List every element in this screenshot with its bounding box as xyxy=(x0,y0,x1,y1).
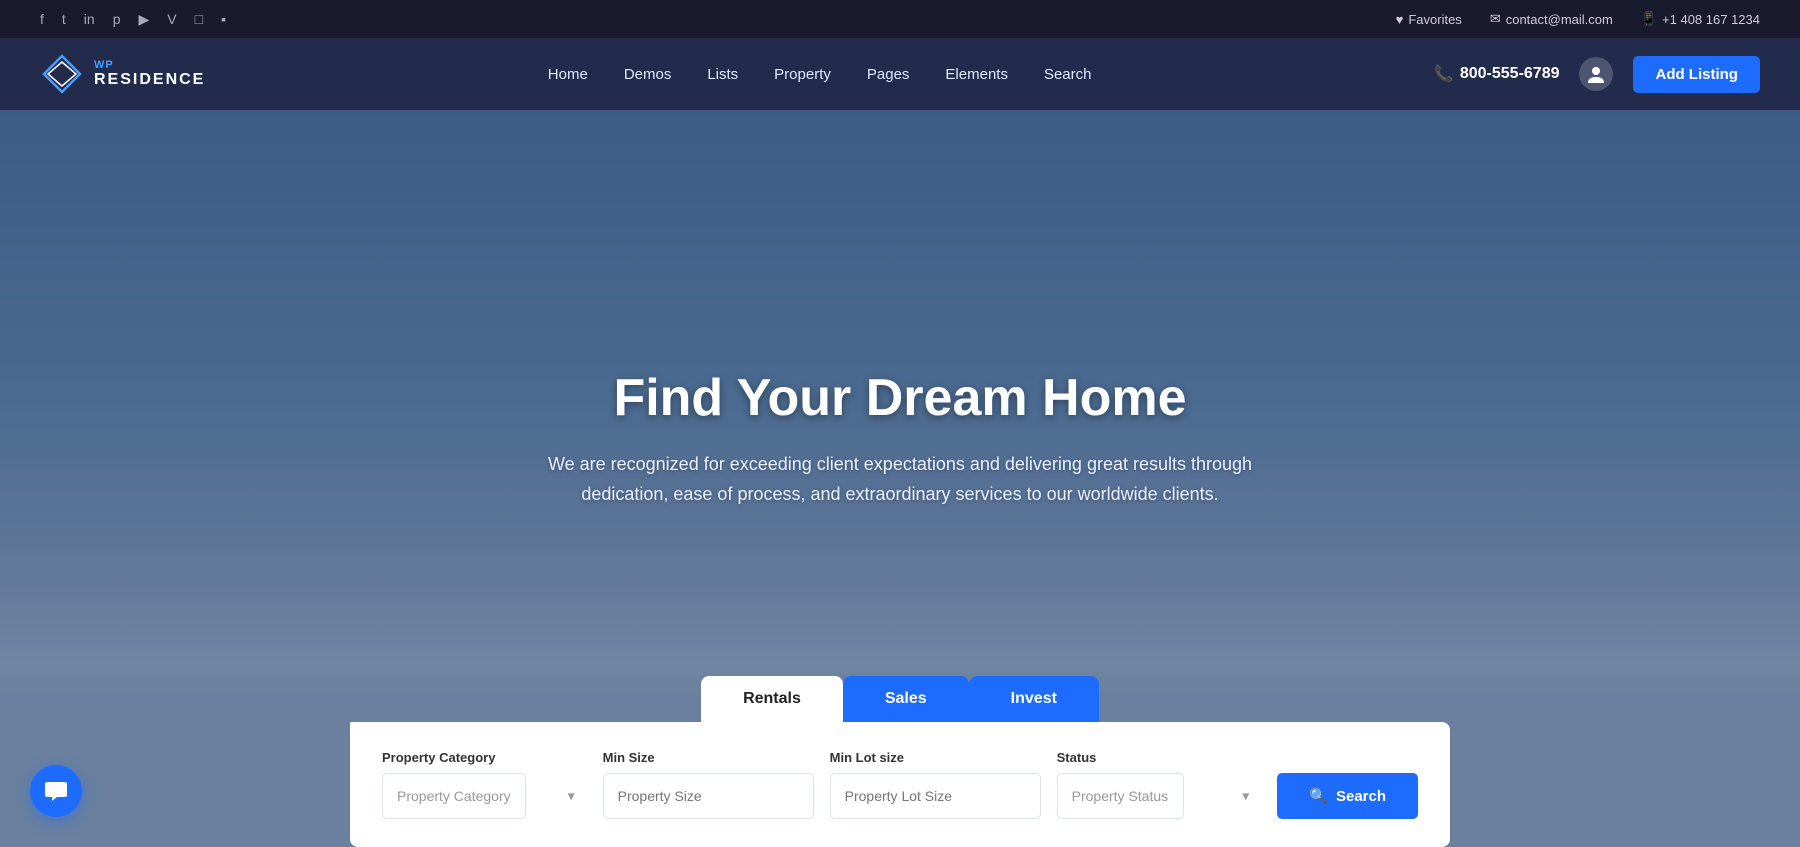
property-category-select[interactable]: Property Category Apartment House Villa … xyxy=(382,773,526,819)
nav-right: 📞 800-555-6789 Add Listing xyxy=(1434,56,1760,93)
twitter-icon[interactable]: t xyxy=(62,11,66,27)
lot-size-label: Min Lot size xyxy=(830,750,1041,765)
logo-diamond-icon xyxy=(40,52,84,96)
size-field-group: Min Size xyxy=(603,750,814,819)
hero-content: Find Your Dream Home We are recognized f… xyxy=(540,368,1260,509)
linkedin-icon[interactable]: in xyxy=(84,11,95,27)
youtube-icon[interactable]: ▶ xyxy=(138,11,149,28)
nav-property[interactable]: Property xyxy=(774,66,831,83)
search-button[interactable]: 🔍 Search xyxy=(1277,773,1418,819)
chat-icon xyxy=(43,778,69,804)
facebook-icon[interactable]: f xyxy=(40,11,44,27)
hero-section: Find Your Dream Home We are recognized f… xyxy=(0,110,1800,847)
nav-demos[interactable]: Demos xyxy=(624,66,672,83)
status-label: Status xyxy=(1057,750,1262,765)
property-status-select[interactable]: Property Status Available Sold Pending xyxy=(1057,773,1184,819)
heart-icon: ♥ xyxy=(1396,12,1404,27)
email-icon: ✉ xyxy=(1490,11,1501,27)
favorites-link[interactable]: ♥ Favorites xyxy=(1396,12,1462,27)
user-account-button[interactable] xyxy=(1579,57,1613,91)
search-icon: 🔍 xyxy=(1309,787,1328,805)
nav-links: Home Demos Lists Property Pages Elements… xyxy=(548,66,1092,83)
search-form: Property Category Property Category Apar… xyxy=(350,722,1450,847)
nav-lists[interactable]: Lists xyxy=(707,66,738,83)
property-size-input[interactable] xyxy=(603,773,814,819)
hero-title: Find Your Dream Home xyxy=(540,368,1260,428)
tab-rentals[interactable]: Rentals xyxy=(701,676,843,722)
email-link[interactable]: ✉ contact@mail.com xyxy=(1490,11,1613,27)
status-select-wrapper: Property Status Available Sold Pending xyxy=(1057,773,1262,819)
tab-invest[interactable]: Invest xyxy=(969,676,1099,722)
nav-search[interactable]: Search xyxy=(1044,66,1092,83)
search-tabs: Rentals Sales Invest xyxy=(350,676,1450,722)
nav-pages[interactable]: Pages xyxy=(867,66,910,83)
add-listing-button[interactable]: Add Listing xyxy=(1633,56,1760,93)
pinterest-icon[interactable]: p xyxy=(113,11,121,27)
logo-text: WP RESIDENCE xyxy=(94,59,205,89)
tab-sales[interactable]: Sales xyxy=(843,676,969,722)
nav-elements[interactable]: Elements xyxy=(945,66,1008,83)
instagram-icon[interactable]: □ xyxy=(195,11,203,27)
top-bar: f t in p ▶ V □ ▪ ♥ Favorites ✉ contact@m… xyxy=(0,0,1800,38)
hero-subtitle: We are recognized for exceeding client e… xyxy=(540,450,1260,509)
navbar: WP RESIDENCE Home Demos Lists Property P… xyxy=(0,38,1800,110)
whatsapp-icon: 📱 xyxy=(1641,11,1657,27)
user-icon xyxy=(1586,64,1606,84)
chat-bubble-button[interactable] xyxy=(30,765,82,817)
social-links: f t in p ▶ V □ ▪ xyxy=(40,11,226,28)
logo[interactable]: WP RESIDENCE xyxy=(40,52,205,96)
category-label: Property Category xyxy=(382,750,587,765)
search-panel: Rentals Sales Invest Property Category P… xyxy=(350,676,1450,847)
lot-size-field-group: Min Lot size xyxy=(830,750,1041,819)
category-field-group: Property Category Property Category Apar… xyxy=(382,750,587,819)
phone-number: 📞 800-555-6789 xyxy=(1434,64,1560,84)
size-label: Min Size xyxy=(603,750,814,765)
status-field-group: Status Property Status Available Sold Pe… xyxy=(1057,750,1262,819)
nav-home[interactable]: Home xyxy=(548,66,588,83)
vimeo-icon[interactable]: V xyxy=(167,11,176,27)
category-select-wrapper: Property Category Apartment House Villa … xyxy=(382,773,587,819)
phone-icon: 📞 xyxy=(1434,64,1454,84)
foursquare-icon[interactable]: ▪ xyxy=(221,11,226,27)
phone-link[interactable]: 📱 +1 408 167 1234 xyxy=(1641,11,1760,27)
property-lot-size-input[interactable] xyxy=(830,773,1041,819)
top-bar-right: ♥ Favorites ✉ contact@mail.com 📱 +1 408 … xyxy=(1396,11,1760,27)
